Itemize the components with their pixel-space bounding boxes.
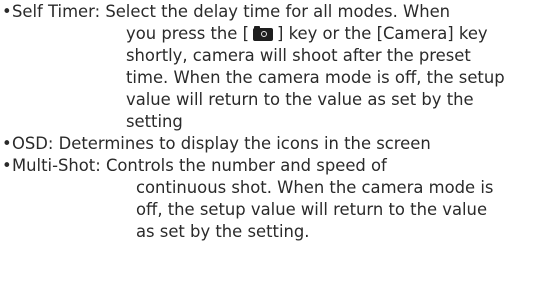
multi-shot-line-2: continuous shot. When the camera mode is [136,178,494,197]
bullet: • [2,134,12,153]
multi-shot-line-4: as set by the setting. [136,222,310,241]
camera-icon [250,26,276,41]
self-timer-line-1: •Self Timer: Select the delay time for a… [2,2,451,21]
self-timer-line-3: shortly, camera will shoot after the pre… [126,46,471,65]
bullet: • [2,156,12,175]
document-page: •Self Timer: Select the delay time for a… [0,0,544,285]
self-timer-line-5: value will return to the value as set by… [126,90,474,109]
self-timer-line-6: setting [126,112,183,131]
bullet: • [2,2,12,21]
multi-shot-line-1: •Multi-Shot: Controls the number and spe… [2,156,387,175]
self-timer-line-4: time. When the camera mode is off, the s… [126,68,505,87]
osd-line-1: •OSD: Determines to display the icons in… [2,134,431,153]
self-timer-line-2: you press the [] key or the [Camera] key [126,24,488,43]
multi-shot-line-3: off, the setup value will return to the … [136,200,488,219]
